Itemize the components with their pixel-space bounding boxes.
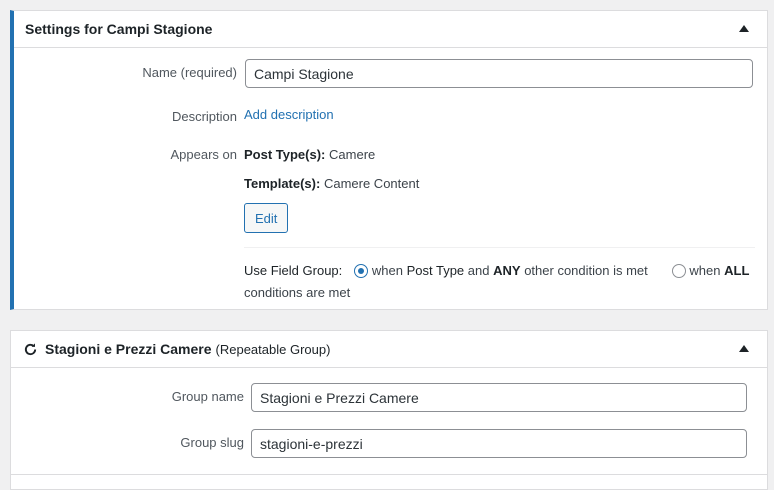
name-row: Name (required)	[14, 59, 767, 89]
name-input[interactable]	[245, 59, 753, 88]
option-any-suffix: other condition is met	[524, 263, 648, 278]
divider	[244, 247, 755, 248]
settings-panel-title: Settings for Campi Stagione	[25, 21, 213, 37]
appears-on-label: Appears on	[170, 147, 238, 162]
group-slug-row: Group slug	[11, 429, 767, 459]
option-all-suffix: conditions are met	[244, 285, 351, 300]
templates-line: Template(s): Camere Content	[244, 176, 419, 191]
option-any-post-type: Post Type	[406, 263, 465, 278]
repeatable-group-panel: Stagioni e Prezzi Camere (Repeatable Gro…	[10, 330, 768, 490]
appears-on-row: Appears on Post Type(s): Camere Template…	[14, 145, 767, 305]
group-name-label: Group name	[171, 389, 244, 404]
use-field-group-label: Use Field Group:	[244, 263, 343, 278]
add-description-link[interactable]: Add description	[244, 107, 334, 122]
group-name-row: Group name	[11, 383, 767, 413]
radio-all-conditions[interactable]	[671, 264, 686, 278]
post-types-line: Post Type(s): Camere	[244, 147, 375, 162]
settings-panel: Settings for Campi Stagione Name (requir…	[10, 10, 768, 310]
option-all-all: ALL	[724, 263, 750, 278]
divider	[11, 474, 767, 475]
group-name-input[interactable]	[251, 383, 747, 412]
description-label: Description	[171, 109, 237, 124]
post-types-value: Camere	[329, 147, 376, 162]
collapse-arrow-icon[interactable]	[739, 345, 749, 352]
collapse-arrow-icon[interactable]	[739, 25, 749, 32]
radio-any-condition[interactable]	[354, 264, 369, 278]
refresh-icon	[24, 342, 37, 355]
name-label: Name (required)	[142, 65, 237, 80]
option-any-and: and	[467, 263, 490, 278]
option-any-any: ANY	[493, 263, 521, 278]
option-any-prefix: when	[371, 263, 403, 278]
edit-button[interactable]: Edit	[244, 203, 289, 233]
post-types-label: Post Type(s):	[244, 147, 326, 162]
use-field-group-block: Use Field Group: when Post Type and ANY …	[244, 260, 754, 304]
repeatable-group-title: Stagioni e Prezzi Camere	[45, 341, 212, 357]
option-all-prefix: when	[689, 263, 721, 278]
templates-value: Camere Content	[323, 176, 420, 191]
settings-panel-header[interactable]: Settings for Campi Stagione	[14, 11, 767, 48]
repeatable-group-subtitle: (Repeatable Group)	[215, 341, 331, 357]
description-row: Description Add description	[14, 107, 767, 127]
group-slug-label: Group slug	[180, 435, 244, 450]
templates-label: Template(s):	[244, 176, 321, 191]
repeatable-group-header[interactable]: Stagioni e Prezzi Camere (Repeatable Gro…	[11, 331, 767, 368]
group-slug-input[interactable]	[251, 429, 747, 458]
